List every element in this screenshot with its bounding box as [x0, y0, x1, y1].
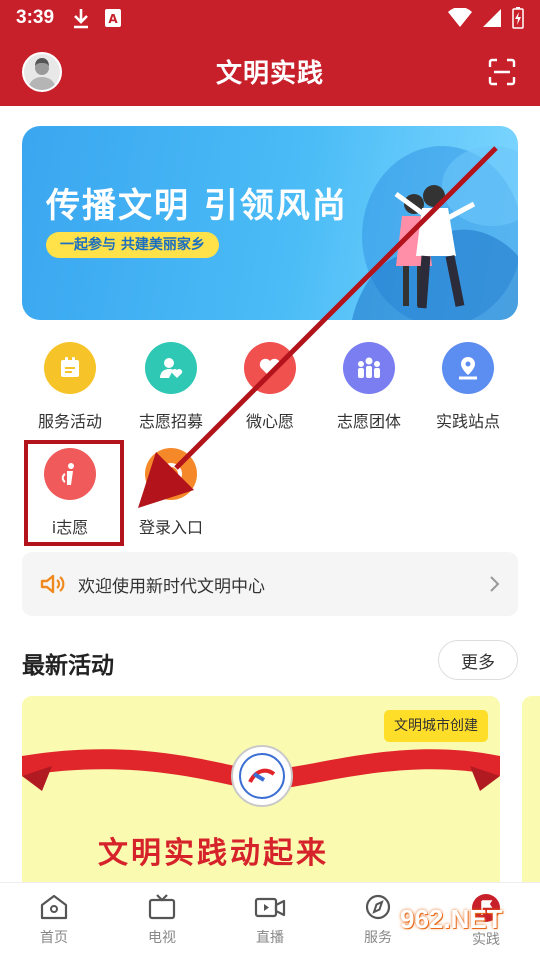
battery-icon — [512, 7, 524, 29]
grid-item-label: 微心愿 — [245, 412, 294, 431]
grid-item-label: 志愿团体 — [336, 412, 401, 431]
video-icon — [254, 897, 286, 918]
speaker-icon — [40, 574, 65, 594]
card-badge: 文明城市创建 — [384, 710, 488, 742]
signal-icon — [483, 9, 501, 27]
status-time: 3:39 — [16, 7, 55, 28]
avatar[interactable] — [22, 52, 62, 92]
tv-icon — [148, 894, 176, 920]
grid-item-label: 实践站点 — [435, 412, 500, 431]
activity-card-next[interactable] — [522, 696, 540, 882]
svg-text:A: A — [108, 12, 118, 26]
grid-item-label: 服务活动 — [37, 412, 102, 431]
highlight-box — [24, 440, 124, 546]
grid-item-label: 登录入口 — [138, 518, 203, 537]
watermark-logo: 962.NET — [400, 904, 503, 934]
status-bar: 3:39 A — [0, 0, 540, 36]
more-button[interactable]: 更多 — [438, 640, 518, 680]
banner-subtitle: 一起参与 共建美丽家乡 — [46, 232, 219, 258]
heart-icon — [244, 342, 296, 394]
page-title: 文明实践 — [215, 58, 324, 89]
grid-item-label: 志愿招募 — [138, 412, 203, 431]
activity-card[interactable]: 文明城市创建 文明实践动起来 — [22, 696, 500, 882]
scan-icon — [488, 58, 516, 86]
chevron-right-icon — [490, 576, 500, 592]
scan-button[interactable] — [488, 58, 516, 86]
download-icon — [74, 9, 89, 29]
grid-item-service-activity[interactable]: 服务活动 — [20, 342, 120, 432]
wifi-icon — [448, 8, 472, 27]
notice-bar[interactable]: 欢迎使用新时代文明中心 — [22, 552, 518, 616]
card-banner-text: 文明实践动起来 — [98, 836, 329, 871]
calendar-icon — [44, 342, 96, 394]
nav-item-home[interactable]: 首页 — [0, 883, 108, 960]
nav-label: 服务 — [364, 930, 392, 946]
compass-icon — [365, 894, 391, 920]
grid-item-volunteer-group[interactable]: 志愿团体 — [319, 342, 419, 432]
home-icon — [40, 894, 68, 920]
notice-text: 欢迎使用新时代文明中心 — [78, 576, 265, 597]
grid-item-practice-station[interactable]: 实践站点 — [418, 342, 518, 432]
nav-label: 首页 — [40, 930, 68, 946]
nav-label: 直播 — [256, 930, 284, 946]
grid-item-volunteer-recruit[interactable]: 志愿招募 — [121, 342, 221, 432]
location-pin-icon — [442, 342, 494, 394]
app-header: 文明实践 — [0, 36, 540, 106]
section-title: 最新活动 — [22, 653, 114, 679]
grid-item-micro-wish[interactable]: 微心愿 — [220, 342, 320, 432]
login-icon — [145, 448, 197, 500]
font-icon: A — [105, 9, 122, 27]
nav-item-live[interactable]: 直播 — [216, 883, 324, 960]
promo-banner[interactable]: 传播文明 引领风尚 一起参与 共建美丽家乡 — [22, 126, 518, 320]
nav-item-tv[interactable]: 电视 — [108, 883, 216, 960]
grid-item-login-entry[interactable]: 登录入口 — [121, 448, 221, 538]
nav-label: 电视 — [148, 930, 176, 946]
group-icon — [343, 342, 395, 394]
user-heart-icon — [145, 342, 197, 394]
banner-title: 传播文明 引领风尚 — [46, 186, 348, 226]
main-content: 传播文明 引领风尚 一起参与 共建美丽家乡 服务活动 志愿招募 微心愿 志愿团体… — [0, 106, 540, 882]
